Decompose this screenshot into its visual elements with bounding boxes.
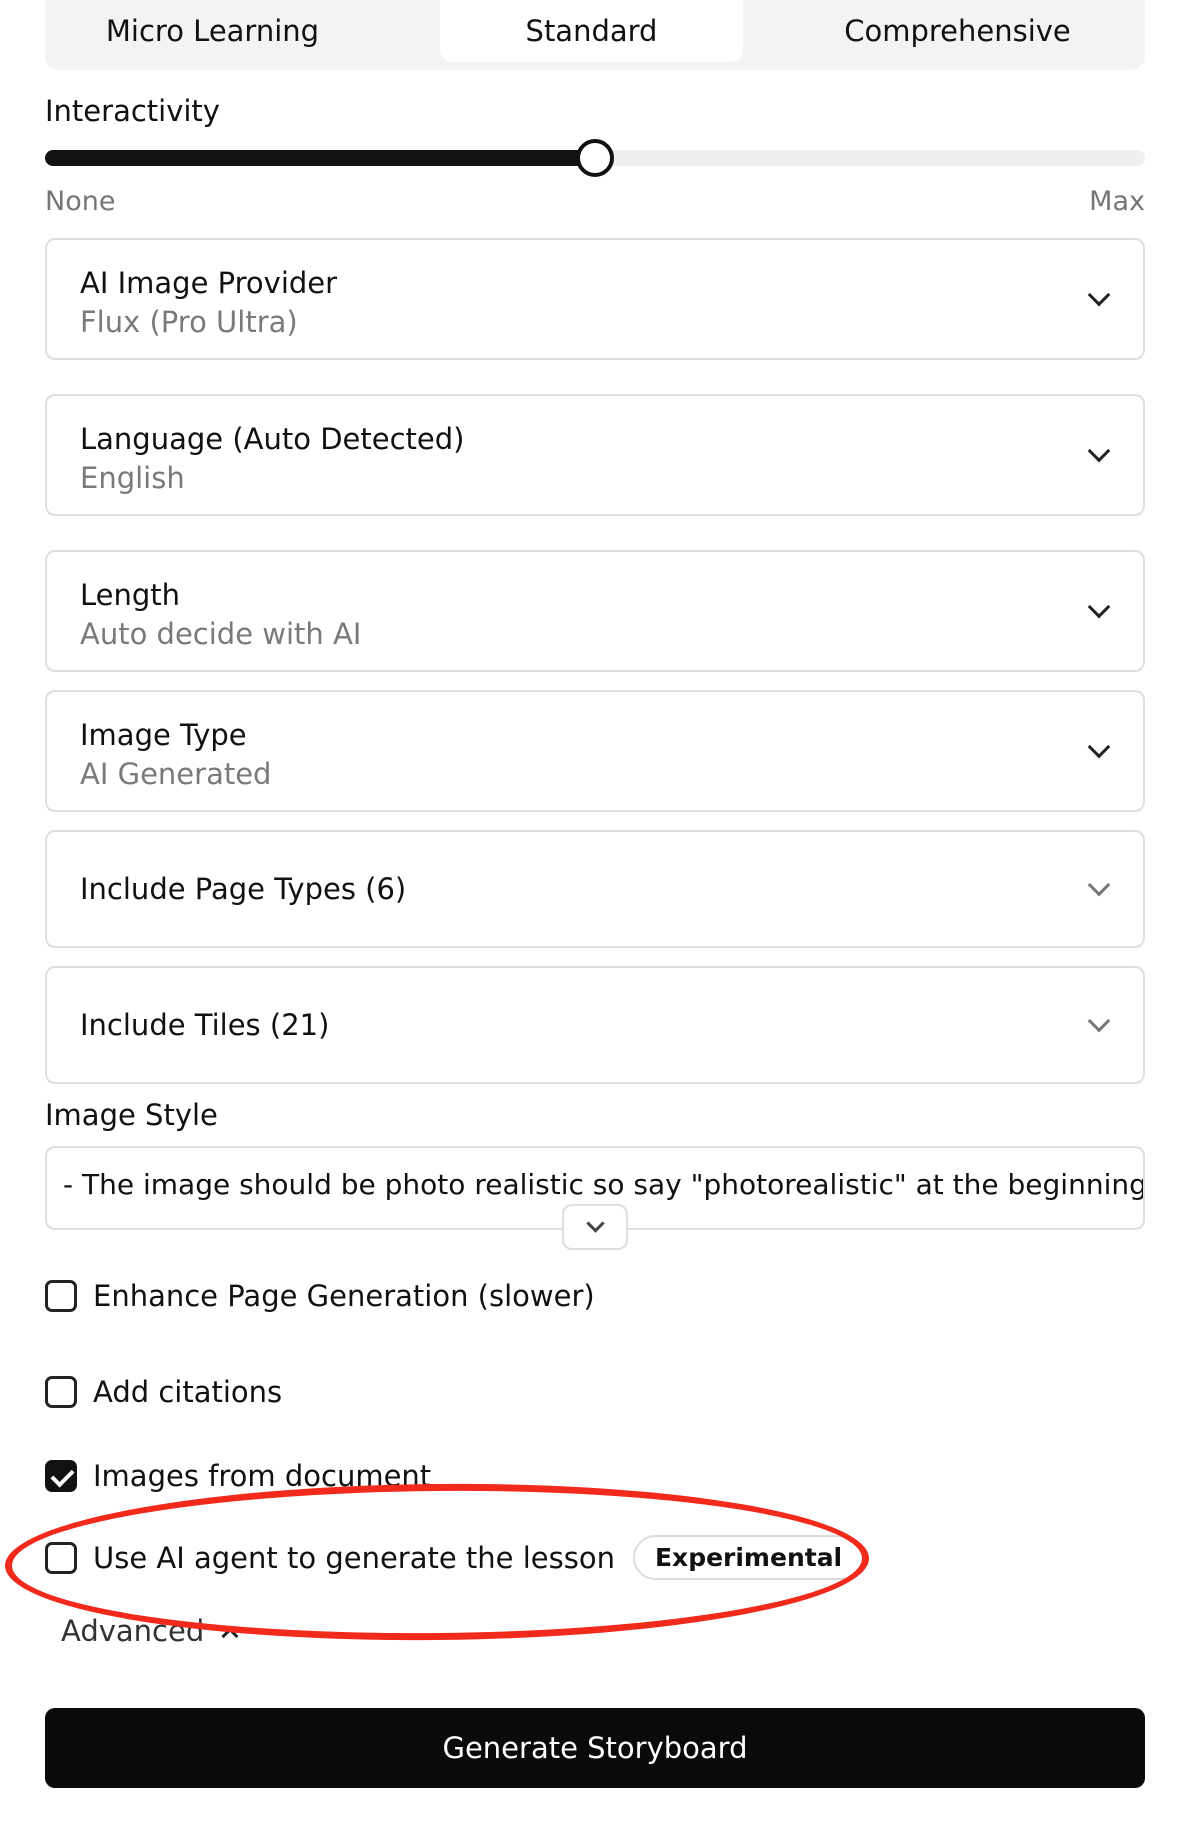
chevron-down-icon (586, 1214, 605, 1233)
dropdown-title: Language (Auto Detected) (80, 422, 465, 456)
expand-image-style-button[interactable] (562, 1204, 628, 1250)
option-images-from-document[interactable]: Images from document (45, 1459, 431, 1493)
image-type-dropdown[interactable]: Image Type AI Generated (45, 690, 1145, 812)
dropdown-title: Include Tiles (21) (80, 1008, 330, 1042)
checkbox-label: Use AI agent to generate the lesson (93, 1540, 615, 1575)
dropdown-title: Length (80, 578, 181, 612)
include-page-types-dropdown[interactable]: Include Page Types (6) (45, 830, 1145, 948)
option-enhance-page-generation[interactable]: Enhance Page Generation (slower) (45, 1279, 595, 1313)
language-dropdown[interactable]: Language (Auto Detected) English (45, 394, 1145, 516)
dropdown-value: English (80, 461, 185, 495)
checkmark-icon[interactable] (45, 1460, 77, 1492)
checkbox[interactable] (45, 1541, 77, 1574)
checkbox-label: Images from document (93, 1459, 432, 1493)
include-tiles-dropdown[interactable]: Include Tiles (21) (45, 966, 1145, 1084)
checkbox-label: Add citations (93, 1375, 283, 1409)
interactivity-slider-thumb[interactable] (576, 139, 614, 177)
chevron-down-icon (1087, 1009, 1111, 1033)
advanced-label: Advanced (61, 1614, 205, 1648)
dropdown-value: Flux (Pro Ultra) (80, 305, 298, 339)
chevron-down-icon (1087, 283, 1111, 307)
tab-comprehensive[interactable]: Comprehensive (785, 0, 1130, 62)
image-style-label: Image Style (45, 1098, 218, 1132)
dropdown-title: AI Image Provider (80, 266, 338, 300)
chevron-down-icon (1087, 595, 1111, 619)
tab-standard[interactable]: Standard (440, 0, 743, 62)
option-add-citations[interactable]: Add citations (45, 1375, 282, 1409)
ai-image-provider-dropdown[interactable]: AI Image Provider Flux (Pro Ultra) (45, 238, 1145, 360)
experimental-badge: Experimental (632, 1535, 865, 1580)
generate-storyboard-button[interactable]: Generate Storyboard (45, 1708, 1145, 1788)
chevron-down-icon (1087, 735, 1111, 759)
checkbox[interactable] (45, 1376, 77, 1408)
slider-min-label: None (45, 186, 116, 217)
interactivity-slider-fill (45, 150, 595, 166)
chevron-down-icon (1087, 873, 1111, 897)
length-dropdown[interactable]: Length Auto decide with AI (45, 550, 1145, 672)
advanced-toggle[interactable]: Advanced (61, 1614, 239, 1648)
option-use-ai-agent[interactable]: Use AI agent to generate the lesson Expe… (45, 1535, 865, 1580)
chevron-down-icon (1087, 439, 1111, 463)
tab-micro-learning[interactable]: Micro Learning (45, 0, 380, 62)
checkbox[interactable] (45, 1280, 77, 1312)
dropdown-title: Include Page Types (6) (80, 872, 407, 906)
lesson-depth-segmented-control: Micro Learning Standard Comprehensive (45, 0, 1145, 70)
checkbox-label: Enhance Page Generation (slower) (93, 1279, 595, 1313)
interactivity-label: Interactivity (45, 94, 220, 128)
dropdown-value: Auto decide with AI (80, 617, 362, 651)
dropdown-title: Image Type (80, 718, 247, 752)
slider-max-label: Max (1089, 186, 1145, 217)
chevron-up-icon (221, 1627, 239, 1645)
image-style-text: - The image should be photo realistic so… (63, 1168, 1145, 1201)
dropdown-value: AI Generated (80, 757, 272, 791)
